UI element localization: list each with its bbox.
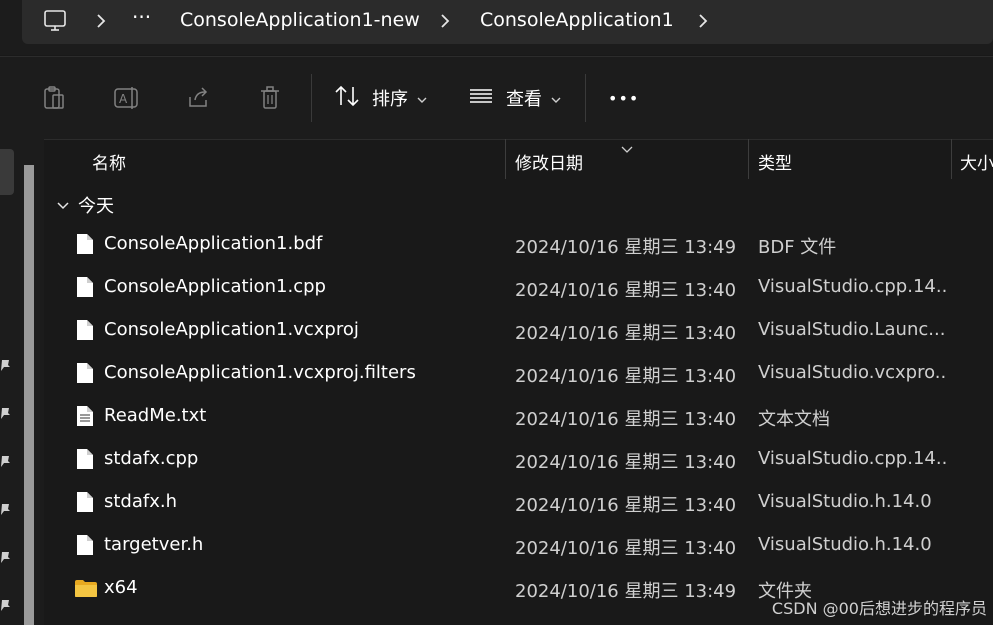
file-date: 2024/10/16 星期三 13:40	[515, 366, 737, 387]
column-header-date[interactable]: 修改日期	[515, 149, 583, 174]
file-date: 2024/10/16 星期三 13:49	[515, 237, 737, 258]
pin-icon[interactable]	[0, 549, 12, 568]
column-divider[interactable]	[505, 139, 506, 179]
file-date: 2024/10/16 星期三 13:40	[515, 538, 737, 559]
file-type: BDF 文件	[758, 237, 837, 258]
file-type: VisualStudio.cpp.14...	[758, 448, 948, 469]
file-row[interactable]: targetver.h 2024/10/16 星期三 13:40 VisualS…	[44, 524, 993, 567]
navigation-scrollbar[interactable]	[24, 165, 34, 625]
file-type: VisualStudio.h.14.0	[758, 491, 932, 512]
file-name: ReadMe.txt	[104, 405, 207, 426]
file-row[interactable]: stdafx.cpp 2024/10/16 星期三 13:40 VisualSt…	[44, 438, 993, 481]
file-name: targetver.h	[104, 534, 204, 555]
chevron-down-icon	[551, 89, 561, 108]
view-label: 查看	[506, 89, 542, 110]
file-icon	[76, 491, 94, 517]
pin-icon[interactable]	[0, 405, 12, 424]
rename-icon[interactable]: A	[113, 85, 141, 115]
file-name: ConsoleApplication1.cpp	[104, 276, 326, 297]
pin-icon[interactable]	[0, 357, 12, 376]
column-divider[interactable]	[951, 139, 952, 179]
file-icon	[76, 362, 94, 388]
breadcrumb-item-current[interactable]: ConsoleApplication1	[480, 9, 674, 31]
sort-icon	[334, 84, 360, 112]
file-row[interactable]: ConsoleApplication1.vcxproj.filters 2024…	[44, 352, 993, 395]
sort-label: 排序	[372, 89, 408, 110]
pin-icon[interactable]	[0, 597, 12, 616]
column-header-row: 名称 修改日期 类型 大小	[44, 139, 993, 181]
share-icon[interactable]	[186, 85, 212, 115]
delete-icon[interactable]	[258, 85, 282, 115]
file-icon	[76, 534, 94, 560]
toolbar-divider	[311, 74, 312, 122]
pin-icon[interactable]	[0, 453, 12, 472]
file-date: 2024/10/16 星期三 13:40	[515, 409, 737, 430]
chevron-down-icon	[56, 196, 70, 215]
breadcrumb-item-project[interactable]: ConsoleApplication1-new	[180, 9, 420, 31]
file-row[interactable]: stdafx.h 2024/10/16 星期三 13:40 VisualStud…	[44, 481, 993, 524]
group-header-today[interactable]: 今天	[56, 192, 114, 218]
command-bar: A 排序 查看 •••	[0, 56, 993, 140]
navigation-selected-item[interactable]	[0, 149, 14, 195]
file-date: 2024/10/16 星期三 13:40	[515, 452, 737, 473]
breadcrumb: ··· ConsoleApplication1-new ConsoleAppli…	[22, 0, 993, 44]
column-header-size[interactable]: 大小	[960, 149, 993, 174]
file-date: 2024/10/16 星期三 13:40	[515, 280, 737, 301]
chevron-right-icon[interactable]	[696, 12, 710, 34]
pin-icon[interactable]	[0, 501, 12, 520]
file-date: 2024/10/16 星期三 13:40	[515, 323, 737, 344]
file-name: ConsoleApplication1.vcxproj.filters	[104, 362, 416, 383]
view-list-icon	[468, 85, 494, 111]
file-type: 文本文档	[758, 409, 830, 430]
file-name: ConsoleApplication1.bdf	[104, 233, 323, 254]
file-row[interactable]: ConsoleApplication1.bdf 2024/10/16 星期三 1…	[44, 223, 993, 266]
file-icon	[76, 233, 94, 259]
breadcrumb-overflow[interactable]: ···	[132, 5, 151, 29]
column-header-name[interactable]: 名称	[92, 149, 126, 174]
file-type: VisualStudio.vcxpro...	[758, 362, 948, 383]
file-type: VisualStudio.Launc...	[758, 319, 946, 340]
file-row[interactable]: ConsoleApplication1.cpp 2024/10/16 星期三 1…	[44, 266, 993, 309]
file-name: stdafx.cpp	[104, 448, 199, 469]
file-icon	[76, 448, 94, 474]
paste-icon[interactable]	[42, 85, 66, 115]
more-options-button[interactable]: •••	[608, 84, 639, 112]
text-file-icon	[76, 405, 94, 431]
sort-button[interactable]: 排序	[334, 84, 427, 112]
file-row[interactable]: ReadMe.txt 2024/10/16 星期三 13:40 文本文档	[44, 395, 993, 438]
address-bar: ··· ConsoleApplication1-new ConsoleAppli…	[0, 0, 993, 55]
navigation-pane	[0, 139, 44, 625]
file-name: x64	[104, 577, 138, 598]
file-row[interactable]: ConsoleApplication1.vcxproj 2024/10/16 星…	[44, 309, 993, 352]
watermark: CSDN @00后想进步的程序员	[771, 599, 987, 618]
svg-text:A: A	[119, 92, 128, 106]
chevron-down-icon	[417, 89, 427, 108]
file-date: 2024/10/16 星期三 13:49	[515, 581, 737, 602]
column-divider[interactable]	[748, 139, 749, 179]
group-label: 今天	[78, 196, 114, 217]
file-icon	[76, 319, 94, 345]
file-name: ConsoleApplication1.vcxproj	[104, 319, 359, 340]
chevron-right-icon[interactable]	[438, 12, 452, 34]
file-icon	[76, 276, 94, 302]
view-button[interactable]: 查看	[468, 84, 561, 112]
file-type: VisualStudio.cpp.14...	[758, 276, 948, 297]
file-name: stdafx.h	[104, 491, 178, 512]
file-type: VisualStudio.h.14.0	[758, 534, 932, 555]
sort-chevron-icon	[621, 139, 633, 158]
file-date: 2024/10/16 星期三 13:40	[515, 495, 737, 516]
computer-icon[interactable]	[42, 8, 68, 38]
chevron-right-icon[interactable]	[94, 12, 108, 34]
folder-icon	[74, 579, 98, 602]
column-header-type[interactable]: 类型	[758, 149, 792, 174]
toolbar-divider	[585, 74, 586, 122]
